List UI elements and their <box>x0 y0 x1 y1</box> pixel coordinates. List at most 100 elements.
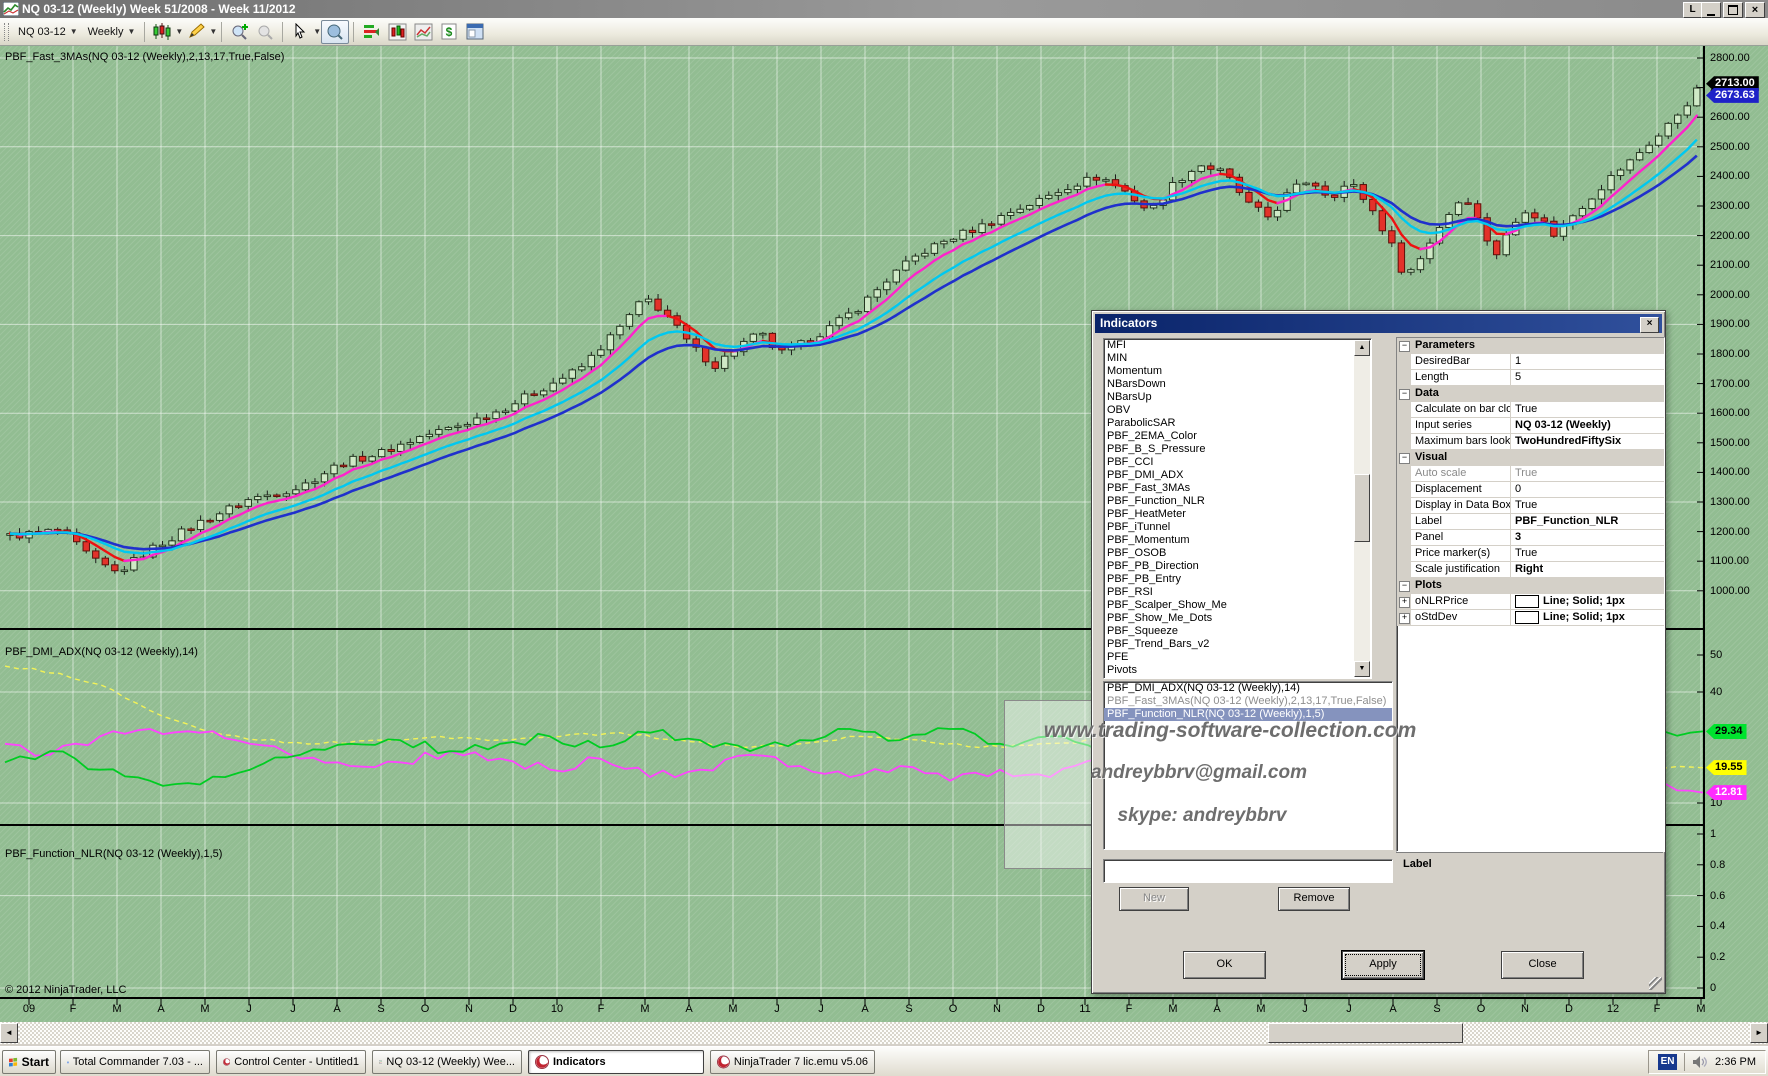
account-dollar-button[interactable]: $ <box>436 21 462 43</box>
cursor-pointer-button[interactable] <box>287 21 313 43</box>
resize-grip[interactable] <box>1649 977 1662 990</box>
property-value[interactable]: 5 <box>1511 370 1664 386</box>
property-row[interactable]: Auto scaleTrue <box>1397 466 1664 482</box>
plot-color-swatch[interactable] <box>1515 611 1539 624</box>
available-indicator-item[interactable]: PBF_iTunnel <box>1104 521 1371 534</box>
available-indicator-item[interactable]: PBF_Trend_Bars_v2 <box>1104 638 1371 651</box>
property-section-row[interactable]: −Plots <box>1397 578 1664 594</box>
property-value[interactable]: True <box>1511 466 1664 482</box>
available-indicator-item[interactable]: NBarsDown <box>1104 378 1371 391</box>
scroll-right-button[interactable]: ► <box>1750 1023 1768 1043</box>
restore-button[interactable] <box>1723 2 1743 18</box>
volume-icon[interactable] <box>1692 1055 1708 1069</box>
available-indicator-item[interactable]: ParabolicSAR <box>1104 417 1371 430</box>
available-indicator-item[interactable]: Pivots <box>1104 664 1371 677</box>
available-list-scrollbar[interactable]: ▲ ▼ <box>1354 340 1370 677</box>
data-box-magnifier-button[interactable] <box>321 20 349 44</box>
available-indicator-item[interactable]: PBF_2EMA_Color <box>1104 430 1371 443</box>
taskbar-button-total-commander-7-03[interactable]: Total Commander 7.03 - ... <box>60 1050 210 1074</box>
zoom-in-button[interactable] <box>226 21 252 43</box>
property-value[interactable]: Line; Solid; 1px <box>1511 610 1664 626</box>
available-indicator-item[interactable]: PFE <box>1104 651 1371 664</box>
period-dropdown[interactable]: Weekly▼ <box>83 24 141 40</box>
available-indicators-list[interactable]: MFIMINMomentumNBarsDownNBarsUpOBVParabol… <box>1103 338 1372 679</box>
property-row[interactable]: Panel3 <box>1397 530 1664 546</box>
taskbar-button-control-center-untitled1[interactable]: Control Center - Untitled1 <box>216 1050 366 1074</box>
chevron-down-icon[interactable]: ▼ <box>313 27 321 36</box>
property-value[interactable]: 1 <box>1511 354 1664 370</box>
available-indicator-item[interactable]: PBF_RSI <box>1104 586 1371 599</box>
available-indicator-item[interactable]: PBF_DMI_ADX <box>1104 469 1371 482</box>
control-center-panel-button[interactable] <box>462 21 488 43</box>
dialog-titlebar[interactable]: Indicators <box>1095 314 1662 333</box>
link-button[interactable]: L <box>1683 2 1702 18</box>
line-chart-window-button[interactable] <box>410 21 436 43</box>
available-indicator-item[interactable]: OBV <box>1104 404 1371 417</box>
clock[interactable]: 2:36 PM <box>1715 1056 1756 1068</box>
property-row[interactable]: Calculate on bar closeTrue <box>1397 402 1664 418</box>
chevron-down-icon[interactable]: ▼ <box>175 27 183 36</box>
ok-button[interactable]: OK <box>1183 951 1266 979</box>
property-row[interactable]: Length5 <box>1397 370 1664 386</box>
property-value[interactable]: 3 <box>1511 530 1664 546</box>
remove-button[interactable]: Remove <box>1278 887 1350 911</box>
property-value[interactable]: PBF_Function_NLR <box>1511 514 1664 530</box>
available-indicator-item[interactable]: NBarsUp <box>1104 391 1371 404</box>
property-value[interactable]: True <box>1511 498 1664 514</box>
draw-tools-pencil-button[interactable] <box>183 21 209 43</box>
minimize-button[interactable] <box>1701 2 1721 18</box>
toolbar-grip[interactable] <box>4 23 9 41</box>
property-row[interactable]: Price marker(s)True <box>1397 546 1664 562</box>
taskbar-button-indicators[interactable]: Indicators <box>528 1050 704 1074</box>
property-value[interactable]: Right <box>1511 562 1664 578</box>
chevron-down-icon[interactable]: ▼ <box>209 27 217 36</box>
new-button[interactable]: New <box>1119 887 1189 911</box>
collapse-icon[interactable]: − <box>1399 389 1410 400</box>
available-indicator-item[interactable]: Momentum <box>1104 365 1371 378</box>
available-indicator-item[interactable]: PBF_Scalper_Show_Me <box>1104 599 1371 612</box>
property-row[interactable]: DesiredBar1 <box>1397 354 1664 370</box>
hscrollbar-thumb[interactable] <box>1268 1023 1463 1043</box>
available-indicator-item[interactable]: PBF_Fast_3MAs <box>1104 482 1371 495</box>
available-indicator-item[interactable]: MIN <box>1104 352 1371 365</box>
scrollbar-thumb[interactable] <box>1354 474 1370 542</box>
close-dialog-button[interactable]: Close <box>1501 951 1584 979</box>
indicator-name-field[interactable] <box>1103 859 1393 883</box>
available-indicator-item[interactable]: PBF_Squeeze <box>1104 625 1371 638</box>
expand-icon[interactable]: + <box>1399 613 1410 624</box>
scroll-up-button[interactable]: ▲ <box>1354 340 1370 356</box>
bar-style-candlestick-button[interactable] <box>149 21 175 43</box>
available-indicator-item[interactable]: PBF_B_S_Pressure <box>1104 443 1371 456</box>
start-button[interactable]: Start <box>2 1050 56 1074</box>
property-row[interactable]: LabelPBF_Function_NLR <box>1397 514 1664 530</box>
available-indicator-item[interactable]: MFI <box>1104 339 1371 352</box>
available-indicator-item[interactable]: PBF_Momentum <box>1104 534 1371 547</box>
market-analyzer-button[interactable] <box>358 21 384 43</box>
properties-grid[interactable]: −ParametersDesiredBar1Length5−DataCalcul… <box>1396 337 1665 852</box>
available-indicator-item[interactable]: PBF_OSOB <box>1104 547 1371 560</box>
available-indicator-item[interactable]: PBF_PB_Direction <box>1104 560 1371 573</box>
collapse-icon[interactable]: − <box>1399 581 1410 592</box>
property-row[interactable]: Displacement0 <box>1397 482 1664 498</box>
property-value[interactable]: True <box>1511 402 1664 418</box>
property-section-row[interactable]: −Visual <box>1397 450 1664 466</box>
scroll-down-button[interactable]: ▼ <box>1354 661 1370 677</box>
property-row[interactable]: Display in Data BoxTrue <box>1397 498 1664 514</box>
available-indicator-item[interactable]: PBF_PB_Entry <box>1104 573 1371 586</box>
chart-horizontal-scrollbar[interactable]: ◄ ► <box>0 1022 1768 1044</box>
applied-indicator-item[interactable]: PBF_Fast_3MAs(NQ 03-12 (Weekly),2,13,17,… <box>1104 695 1392 708</box>
available-indicator-item[interactable]: PBF_HeatMeter <box>1104 508 1371 521</box>
property-row[interactable]: +oStdDevLine; Solid; 1px <box>1397 610 1664 626</box>
plot-color-swatch[interactable] <box>1515 595 1539 608</box>
property-row[interactable]: Maximum bars look backTwoHundredFiftySix <box>1397 434 1664 450</box>
collapse-icon[interactable]: − <box>1399 453 1410 464</box>
property-row[interactable]: Input seriesNQ 03-12 (Weekly) <box>1397 418 1664 434</box>
instrument-dropdown[interactable]: NQ 03-12▼ <box>13 24 83 40</box>
property-section-row[interactable]: −Parameters <box>1397 338 1664 354</box>
property-value[interactable]: 0 <box>1511 482 1664 498</box>
collapse-icon[interactable]: − <box>1399 341 1410 352</box>
property-value[interactable]: TwoHundredFiftySix <box>1511 434 1664 450</box>
property-row[interactable]: Scale justificationRight <box>1397 562 1664 578</box>
close-button[interactable]: × <box>1745 2 1765 18</box>
language-indicator[interactable]: EN <box>1658 1054 1677 1070</box>
